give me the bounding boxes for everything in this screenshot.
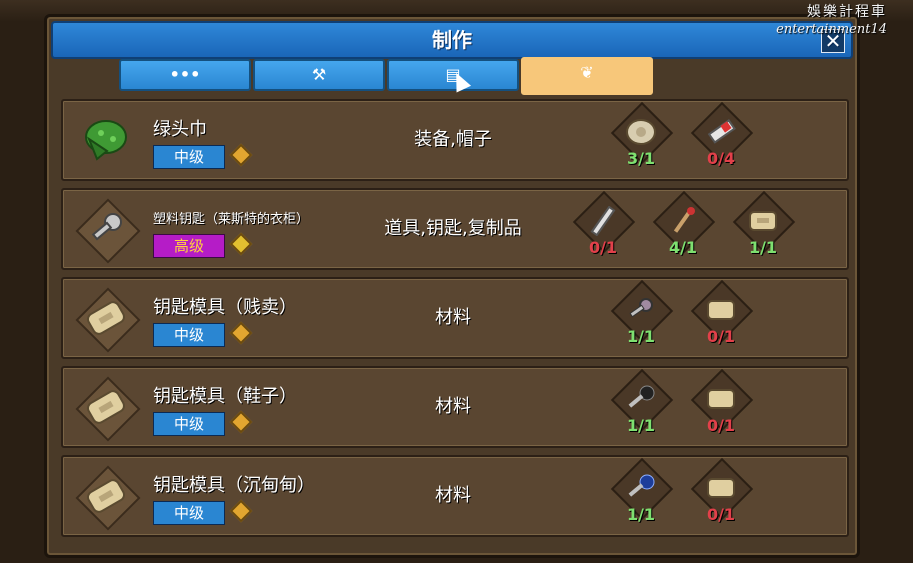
material-count: 1/1 <box>626 416 656 435</box>
recipe-category: 道具,钥匙,复制品 <box>384 218 522 239</box>
material-slot[interactable]: 1/1 <box>609 368 674 440</box>
tools-icon: ⚒ <box>311 65 327 84</box>
material-count: 1/1 <box>626 505 656 524</box>
tape-icon <box>707 119 736 144</box>
material-slot[interactable]: 0/1 <box>689 279 754 351</box>
recipe-name: 绿头巾 <box>153 119 207 140</box>
black-key-icon <box>628 385 655 408</box>
soap-icon <box>707 300 735 320</box>
recipe-row[interactable]: 钥匙模具（沉甸甸） 中级 材料 1/1 0/1 <box>61 455 849 537</box>
recipe-row[interactable]: 塑料钥匙（莱斯特的衣柜） 高级 道具,钥匙,复制品 0/1 4/1 1/1 <box>61 188 849 270</box>
material-slot[interactable]: 1/1 <box>609 457 674 529</box>
recipe-row[interactable]: 钥匙模具（贱卖） 中级 材料 1/1 0/1 <box>61 277 849 359</box>
key-mold-icon <box>75 465 141 531</box>
watermark-line-2: entertainment14 <box>776 22 887 37</box>
window-title: 制作 <box>432 28 472 52</box>
recipe-category: 材料 <box>435 396 471 417</box>
material-count: 0/1 <box>706 505 736 524</box>
tube-icon <box>590 206 616 236</box>
key-mold-icon <box>75 287 141 353</box>
recipe-name: 钥匙模具（鞋子） <box>153 386 297 407</box>
watermark: 娛樂計程車 entertainment14 <box>776 4 887 38</box>
material-slot[interactable]: 1/1 <box>731 190 796 262</box>
recipe-category: 装备,帽子 <box>414 129 492 150</box>
recipe-name: 塑料钥匙（莱斯特的衣柜） <box>153 212 310 227</box>
keys-icon <box>629 298 653 318</box>
material-slot[interactable]: 0/1 <box>571 190 636 262</box>
tier-badge: 中级 <box>153 412 225 436</box>
material-count: 0/4 <box>706 149 736 168</box>
blue-key-icon <box>628 474 655 497</box>
material-count: 4/1 <box>668 238 698 257</box>
tier-badge: 高级 <box>153 234 225 258</box>
rarity-gem-icon <box>229 321 253 345</box>
tab-misc[interactable]: ❦ <box>521 57 653 95</box>
material-slot[interactable]: 4/1 <box>651 190 716 262</box>
recipe-name: 钥匙模具（贱卖） <box>153 297 297 318</box>
more-icon: ••• <box>169 65 201 84</box>
tier-badge: 中级 <box>153 145 225 169</box>
crafting-panel: 制作 ✕ ••• ⚒ ▤ ❦ 绿头巾 中级 装备,帽子 3/1 0/4 塑料钥匙… <box>44 14 860 558</box>
rarity-gem-icon <box>229 232 253 256</box>
cloth-roll-icon <box>626 119 656 145</box>
key-mold-icon <box>75 376 141 442</box>
recipe-row[interactable]: 钥匙模具（鞋子） 中级 材料 1/1 0/1 <box>61 366 849 448</box>
green-bandana-icon <box>77 111 135 169</box>
rarity-gem-icon <box>229 143 253 167</box>
match-icon <box>673 207 695 233</box>
recipe-category: 材料 <box>435 307 471 328</box>
watermark-line-1: 娛樂計程車 <box>807 4 887 20</box>
plastic-key-icon <box>75 198 141 264</box>
material-slot[interactable]: 1/1 <box>609 279 674 351</box>
rarity-gem-icon <box>229 410 253 434</box>
material-count: 0/1 <box>706 327 736 346</box>
tier-badge: 中级 <box>153 501 225 525</box>
recipe-name: 钥匙模具（沉甸甸） <box>153 475 315 496</box>
material-count: 3/1 <box>626 149 656 168</box>
tier-badge: 中级 <box>153 323 225 347</box>
rarity-gem-icon <box>229 499 253 523</box>
tab-tools[interactable]: ⚒ <box>253 59 385 91</box>
material-slot[interactable]: 3/1 <box>609 101 674 173</box>
material-count: 0/1 <box>588 238 618 257</box>
recipe-category: 材料 <box>435 485 471 506</box>
soap-icon <box>707 389 735 409</box>
material-count: 0/1 <box>706 416 736 435</box>
soap-icon <box>707 478 735 498</box>
material-count: 1/1 <box>748 238 778 257</box>
key-mold-icon <box>749 211 777 231</box>
title-bar: 制作 ✕ <box>51 21 853 59</box>
tab-more[interactable]: ••• <box>119 59 251 91</box>
recipe-row[interactable]: 绿头巾 中级 装备,帽子 3/1 0/4 <box>61 99 849 181</box>
material-slot[interactable]: 0/1 <box>689 368 754 440</box>
material-slot[interactable]: 0/4 <box>689 101 754 173</box>
material-count: 1/1 <box>626 327 656 346</box>
feather-icon: ❦ <box>580 63 594 82</box>
material-slot[interactable]: 0/1 <box>689 457 754 529</box>
